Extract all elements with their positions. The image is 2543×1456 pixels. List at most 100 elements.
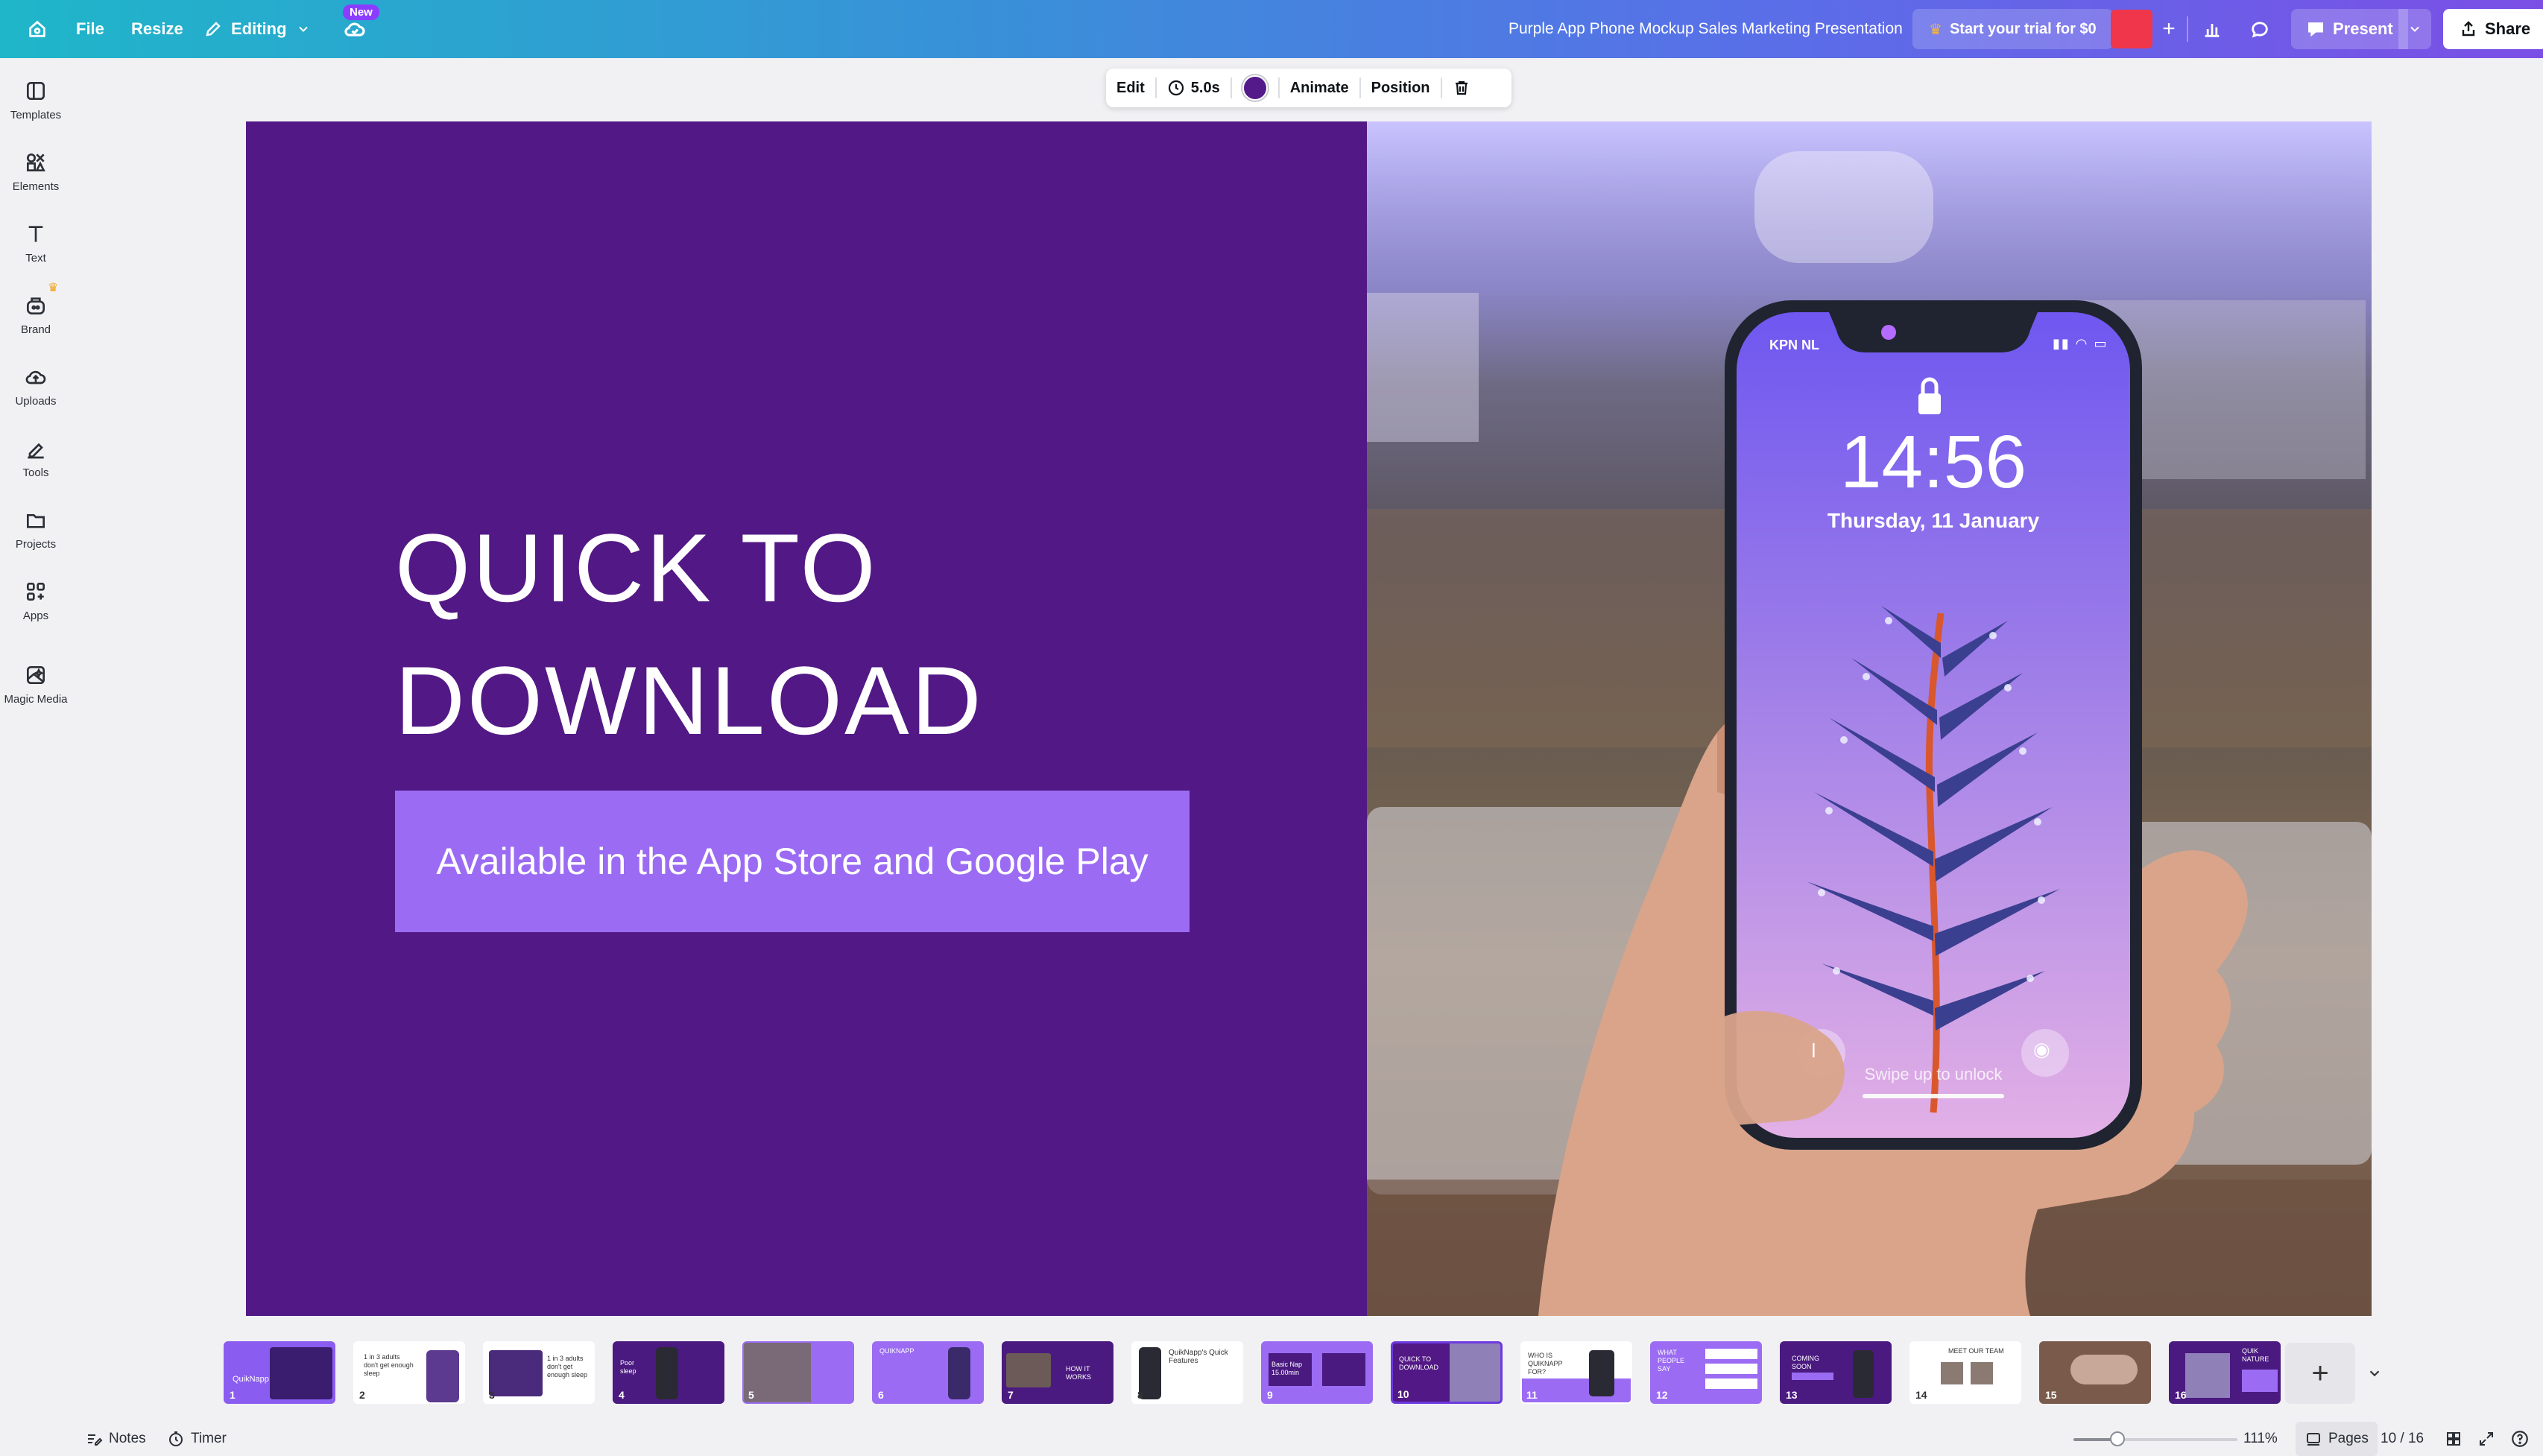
avatar[interactable] [2111, 10, 2152, 48]
thumb-caption: Poor sleep [620, 1359, 636, 1375]
comment-icon [2252, 22, 2268, 38]
page-thumbnail[interactable]: Poor sleep 4 [613, 1341, 724, 1404]
thumb-image [426, 1350, 459, 1402]
slide-canvas[interactable]: QUICK TO DOWNLOAD Available in the App S… [246, 121, 2372, 1316]
present-options-button[interactable] [2398, 9, 2431, 49]
page-thumbnail[interactable]: QuikNapp's Quick Features 8 [1131, 1341, 1243, 1404]
thumb-number: 5 [748, 1389, 754, 1401]
page-thumbnail[interactable]: MEET OUR TEAM 14 [1909, 1341, 2021, 1404]
thumb-image [1589, 1350, 1614, 1396]
timer-button[interactable]: Timer [167, 1422, 227, 1456]
share-button[interactable]: Share [2443, 9, 2543, 49]
start-trial-button[interactable]: ♛ Start your trial for $0 [1912, 9, 2113, 49]
sidebar-item-brand[interactable]: Brand [0, 294, 72, 336]
pages-icon [2307, 1433, 2320, 1446]
notes-button[interactable]: Notes [85, 1422, 146, 1456]
sidebar-item-projects[interactable]: Projects [0, 508, 72, 551]
file-menu-button[interactable]: File [76, 0, 104, 58]
thumb-image [1971, 1362, 1993, 1384]
clock-icon [1168, 80, 1184, 96]
thumb-image [1853, 1350, 1874, 1398]
home-button[interactable] [22, 0, 52, 58]
page-thumbnail[interactable]: WHO IS QUIKNAPP FOR? 11 [1520, 1341, 1632, 1404]
thumb-caption: COMING SOON [1792, 1355, 1819, 1370]
page-thumbnail-active[interactable]: QUICK TO DOWNLOAD 10 [1391, 1341, 1503, 1404]
page-thumbnail[interactable]: QuikNapp 1 [224, 1341, 335, 1404]
pages-view-button[interactable]: Pages [2296, 1422, 2378, 1456]
page-thumbnail[interactable]: 15 [2039, 1341, 2151, 1404]
crown-icon: ♛ [1929, 21, 1942, 38]
page-thumbnail[interactable]: QUIKNAPP 6 [872, 1341, 984, 1404]
home-icon [29, 20, 45, 37]
grid-icon [2447, 1432, 2460, 1446]
sidebar-item-apps[interactable]: Apps [0, 580, 72, 622]
filmstrip-collapse-button[interactable] [2360, 1343, 2389, 1404]
position-button[interactable]: Position [1361, 69, 1441, 107]
color-button[interactable] [1232, 69, 1278, 107]
thumb-caption: QuikNapp [233, 1375, 269, 1384]
thumb-number: 10 [1397, 1388, 1409, 1400]
present-button[interactable]: Present [2291, 9, 2408, 49]
document-title[interactable]: Purple App Phone Mockup Sales Marketing … [1509, 0, 1903, 58]
flashlight-icon: ǀ [1811, 1039, 1816, 1062]
zoom-slider-handle[interactable] [2110, 1431, 2126, 1446]
thumb-caption: MEET OUR TEAM [1948, 1347, 2004, 1355]
thumb-number: 14 [1915, 1389, 1927, 1401]
page-thumbnail[interactable]: Basic Nap 15.00min 9 [1261, 1341, 1373, 1404]
plus-icon: + [2311, 1356, 2329, 1390]
resize-button[interactable]: Resize [131, 0, 183, 58]
page-thumbnail[interactable]: QUIK NATURE 16 [2169, 1341, 2281, 1404]
premium-crown-icon: ♛ [48, 282, 59, 294]
thumb-caption: 1 in 3 adults don't get enough sleep [547, 1355, 588, 1379]
page-thumbnail[interactable]: 1 in 3 adults don't get enough sleep 3 [483, 1341, 595, 1404]
insights-button[interactable] [2196, 0, 2228, 58]
editing-mode-button[interactable]: Editing [204, 0, 311, 58]
slide-background-panel[interactable]: QUICK TO DOWNLOAD Available in the App S… [246, 121, 1367, 1316]
help-button[interactable] [2510, 1422, 2530, 1456]
sidebar-item-templates[interactable]: Templates [0, 79, 72, 121]
page-thumbnail[interactable]: 1 in 3 adults don't get enough sleep 2 [353, 1341, 465, 1404]
page-thumbnail[interactable]: HOW IT WORKS 7 [1002, 1341, 1113, 1404]
zoom-level[interactable]: 111% [2243, 1422, 2278, 1456]
animate-button[interactable]: Animate [1280, 69, 1359, 107]
sidebar-item-elements[interactable]: Elements [0, 151, 72, 193]
thumb-number: 12 [1656, 1389, 1668, 1401]
sidebar-item-label: Tools [22, 466, 49, 479]
add-page-button[interactable]: + [2285, 1343, 2355, 1404]
zoom-slider[interactable] [2073, 1431, 2237, 1446]
slide-heading[interactable]: QUICK TO DOWNLOAD [395, 501, 1289, 767]
thumb-number: 1 [230, 1389, 236, 1401]
grid-view-button[interactable] [2445, 1422, 2463, 1456]
phone-mockup-photo[interactable]: KPN NL ▮▮ ◠ ▭ 14:56 Thursday, 11 January… [1367, 121, 2372, 1316]
add-member-button[interactable]: + [2154, 0, 2184, 58]
thumb-number: 8 [1137, 1389, 1143, 1401]
share-label: Share [2485, 19, 2531, 38]
thumb-block [1705, 1379, 1757, 1389]
app-store-banner[interactable]: Available in the App Store and Google Pl… [395, 791, 1190, 932]
edit-button[interactable]: Edit [1106, 69, 1155, 107]
thumb-number: 15 [2045, 1389, 2057, 1401]
duration-button[interactable]: 5.0s [1157, 69, 1231, 107]
thumb-block [1705, 1364, 1757, 1374]
page-thumbnail[interactable]: 5 [742, 1341, 854, 1404]
bar-chart-icon [2205, 24, 2220, 37]
delete-button[interactable] [1442, 69, 1481, 107]
sidebar-item-uploads[interactable]: Uploads [0, 365, 72, 408]
page-filmstrip: QuikNapp 1 1 in 3 adults don't get enoug… [224, 1341, 2460, 1410]
comments-button[interactable] [2243, 0, 2276, 58]
duration-label: 5.0s [1190, 79, 1220, 96]
uploads-icon [25, 370, 46, 384]
bottom-bar: Notes Timer 111% Pages 10 / 16 [0, 1422, 2543, 1456]
templates-icon [27, 82, 45, 100]
left-sidebar: Templates Elements Text Brand Uploads To… [0, 58, 72, 1456]
sidebar-item-tools[interactable]: Tools [0, 437, 72, 479]
phone-time: 14:56 [1839, 420, 2027, 504]
page-thumbnail[interactable]: COMING SOON 13 [1780, 1341, 1892, 1404]
sidebar-item-text[interactable]: Text [0, 222, 72, 265]
sidebar-item-magic-media[interactable]: Magic Media [0, 663, 72, 706]
thumb-caption: WHAT PEOPLE SAY [1658, 1349, 1685, 1373]
fullscreen-button[interactable] [2477, 1422, 2495, 1456]
thumb-band [1522, 1379, 1631, 1402]
sidebar-item-label: Templates [10, 109, 62, 121]
page-thumbnail[interactable]: WHAT PEOPLE SAY 12 [1650, 1341, 1762, 1404]
